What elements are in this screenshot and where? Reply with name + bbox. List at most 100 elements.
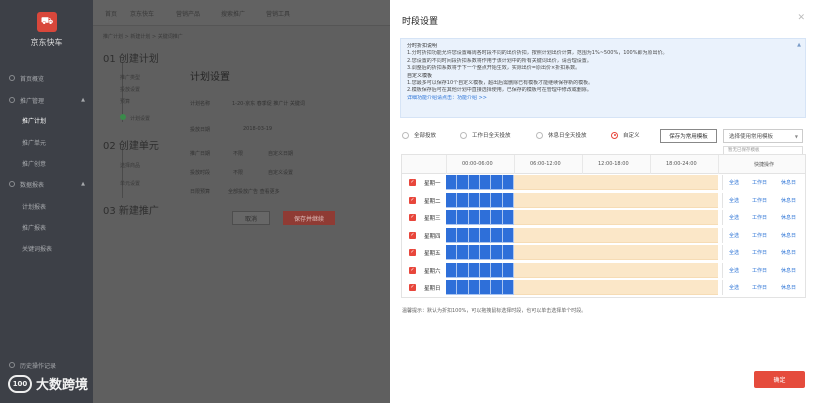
hour-cell-selected[interactable] [480,210,492,225]
hour-cell[interactable] [604,227,616,243]
hour-cell[interactable] [536,210,548,225]
cancel-button[interactable]: 取消 [232,211,270,225]
day-checkbox[interactable]: ✓ [409,196,416,204]
hour-cell[interactable] [672,210,684,225]
hour-cell-selected[interactable] [457,227,469,243]
radio-all[interactable]: 全部投放 [402,131,436,139]
hour-cell[interactable] [684,262,696,278]
hour-cell-selected[interactable] [457,245,469,260]
sidebar-item[interactable]: 推广报表 [0,219,93,235]
row-op-link[interactable]: 全选 [729,232,739,239]
hour-cell[interactable] [559,262,571,278]
day-checkbox[interactable]: ✓ [409,214,416,221]
hour-cell[interactable] [582,210,594,225]
hour-cell[interactable] [604,210,616,225]
hour-cell[interactable] [638,210,650,225]
hour-cell-selected[interactable] [480,245,492,260]
slot-option[interactable]: 自定义设置 [268,169,293,176]
hour-cell-selected[interactable] [491,262,503,278]
hour-cell[interactable] [638,227,650,243]
row-op-link[interactable]: 全选 [729,249,739,256]
hour-cell[interactable] [684,210,696,225]
top-nav-item[interactable]: 搜索推广 [221,9,245,18]
save-continue-button[interactable]: 保存并继续 [283,211,335,225]
date-option[interactable]: 不限 [233,150,243,157]
hour-cell[interactable] [548,227,560,243]
sidebar-item[interactable]: 关键词报表 [0,240,93,256]
hour-cell-selected[interactable] [502,262,514,278]
hour-cell[interactable] [672,192,684,208]
hour-cell-selected[interactable] [480,175,492,190]
hour-cell[interactable] [570,262,582,278]
row-op-link[interactable]: 休息日 [781,267,796,274]
hour-cell[interactable] [627,280,639,295]
hour-cell[interactable] [650,280,662,295]
hour-cell[interactable] [525,192,537,208]
hour-cell[interactable] [525,227,537,243]
hour-cell-selected[interactable] [491,280,503,295]
hour-cell[interactable] [536,245,548,260]
hour-cell[interactable] [536,175,548,190]
hour-cell[interactable] [525,262,537,278]
hour-cell-selected[interactable] [468,192,480,208]
hour-cell-selected[interactable] [480,280,492,295]
sidebar-item[interactable]: 首页概览 [0,70,93,86]
row-op-link[interactable]: 休息日 [781,232,796,239]
hour-cell[interactable] [582,245,594,260]
hour-cell[interactable] [695,175,707,190]
hour-cell[interactable] [695,280,707,295]
row-op-link[interactable]: 全选 [729,214,739,221]
day-checkbox[interactable]: ✓ [409,249,416,256]
hour-cell-selected[interactable] [502,210,514,225]
hour-cell-selected[interactable] [502,280,514,295]
sidebar-item[interactable]: 推广计划 [0,112,93,128]
hour-cell-selected[interactable] [491,192,503,208]
sidebar-item[interactable]: 推广单元 [0,134,93,150]
hour-cell[interactable] [672,280,684,295]
row-op-link[interactable]: 休息日 [781,284,796,291]
close-icon[interactable]: ✕ [797,13,805,23]
hour-cell[interactable] [661,280,673,295]
day-checkbox[interactable]: ✓ [409,266,416,274]
day-checkbox[interactable]: ✓ [409,179,416,186]
hour-cell[interactable] [684,245,696,260]
hour-cell[interactable] [661,262,673,278]
hour-cell[interactable] [706,210,718,225]
sidebar-item[interactable]: 计划报表 [0,198,93,214]
hour-cell[interactable] [695,192,707,208]
collapse-icon[interactable]: ▲ [797,42,801,48]
sidebar-item[interactable]: 推广管理 ▲ [0,92,93,108]
hour-cell-selected[interactable] [480,227,492,243]
hour-cell[interactable] [570,245,582,260]
hour-cell-selected[interactable] [468,262,480,278]
save-template-button[interactable]: 保存为常用模板 [660,129,717,143]
hour-cell[interactable] [593,262,605,278]
hour-cell-selected[interactable] [457,262,469,278]
hour-cell[interactable] [616,210,628,225]
hour-cell-selected[interactable] [502,175,514,190]
hour-cell-selected[interactable] [446,262,458,278]
hour-cell[interactable] [672,262,684,278]
hour-cell[interactable] [650,210,662,225]
hour-cell-selected[interactable] [502,192,514,208]
hour-cell[interactable] [582,227,594,243]
hour-cell[interactable] [616,280,628,295]
notice-link[interactable]: 详细功能介绍请点击：功能介绍 >> [407,95,799,102]
hour-cell[interactable] [559,210,571,225]
hour-cell-selected[interactable] [502,227,514,243]
row-op-link[interactable]: 工作日 [752,179,767,186]
hour-cell[interactable] [604,192,616,208]
row-op-link[interactable]: 休息日 [781,249,796,256]
hour-cell[interactable] [514,262,526,278]
hour-cell-selected[interactable] [457,280,469,295]
hour-cell[interactable] [570,192,582,208]
hour-cell[interactable] [548,210,560,225]
hour-cell-selected[interactable] [491,175,503,190]
row-op-link[interactable]: 工作日 [752,267,767,274]
hour-cell[interactable] [593,280,605,295]
top-nav-item[interactable]: 首页 [105,9,117,18]
sidebar-item[interactable]: 推广创意 [0,155,93,171]
hour-cell-selected[interactable] [502,245,514,260]
hour-cell[interactable] [536,192,548,208]
top-nav-item[interactable]: 营销产品 [176,9,200,18]
